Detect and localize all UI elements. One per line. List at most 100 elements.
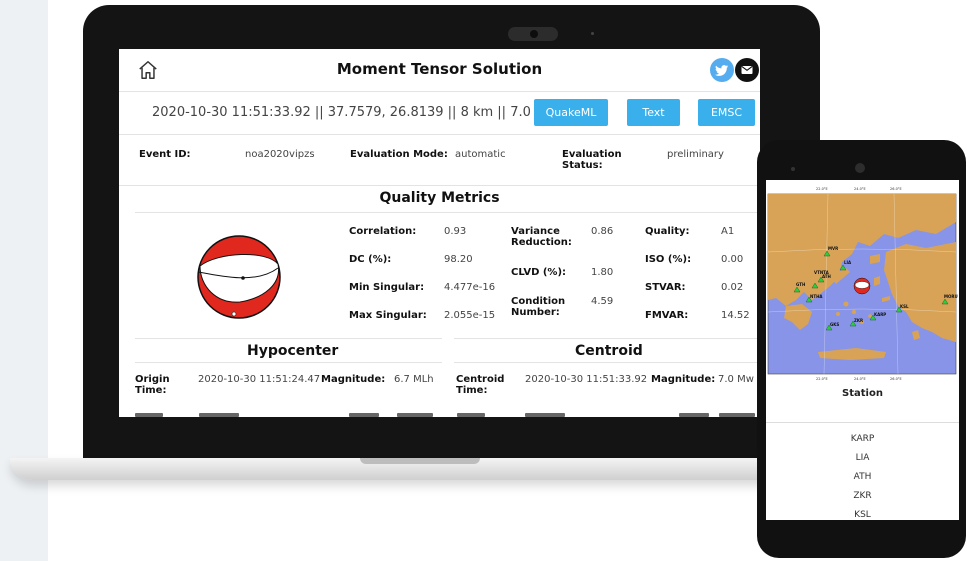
dc-value: 98.20 — [444, 254, 473, 265]
centroid-time-label: Centroid Time: — [456, 374, 504, 396]
station-column-header: Station — [842, 388, 883, 399]
svg-text:MVR: MVR — [828, 246, 838, 251]
clipped-text — [679, 413, 709, 417]
svg-text:22.0°E: 22.0°E — [816, 187, 828, 191]
laptop-sensor — [591, 32, 594, 35]
divider — [454, 338, 760, 339]
stvar-label: STVAR: — [645, 282, 686, 293]
variance-reduction-label: Variance Reduction: — [511, 226, 572, 248]
variance-reduction-label-line1: Variance — [511, 226, 560, 237]
phone-frame: 22.0°E 24.0°E 26.0°E 22.0°E 24.0°E 26.0°… — [757, 140, 966, 558]
page-header: Moment Tensor Solution — [119, 49, 760, 92]
evaluation-status-value: preliminary — [667, 149, 724, 160]
evaluation-status-label-line1: Evaluation — [562, 149, 622, 160]
clipped-row — [119, 413, 760, 417]
max-singular-value: 2.055e-15 — [444, 310, 496, 321]
max-singular-label: Max Singular: — [349, 310, 427, 321]
dc-label: DC (%): — [349, 254, 392, 265]
centroid-time-label-line2: Time: — [456, 385, 488, 396]
svg-text:LIA: LIA — [844, 260, 852, 265]
svg-text:24.0°E: 24.0°E — [854, 377, 866, 381]
clvd-label: CLVD (%): — [511, 267, 567, 278]
svg-text:VTNTA: VTNTA — [814, 270, 830, 275]
iso-value: 0.00 — [721, 254, 744, 265]
laptop-notch — [360, 458, 480, 464]
divider — [135, 212, 760, 213]
station-list-item[interactable]: KARP — [766, 434, 959, 444]
phone-camera — [855, 163, 865, 173]
correlation-label: Correlation: — [349, 226, 417, 237]
centroid-time-value: 2020-10-30 11:51:33.92 — [525, 374, 648, 385]
condition-number-value: 4.59 — [591, 296, 614, 307]
clipped-text — [457, 413, 485, 417]
svg-text:KSL: KSL — [900, 304, 909, 309]
station-list-item[interactable]: KSL — [766, 510, 959, 520]
condition-number-label-line2: Number: — [511, 307, 560, 318]
clipped-text — [199, 413, 239, 417]
centroid-magnitude-label: Magnitude: — [651, 374, 716, 385]
divider — [766, 422, 959, 423]
station-list-item[interactable]: ATH — [766, 472, 959, 482]
station-map[interactable]: 22.0°E 24.0°E 26.0°E 22.0°E 24.0°E 26.0°… — [766, 182, 959, 382]
centroid-time-label-line1: Centroid — [456, 374, 505, 385]
evaluation-status-label: Evaluation Status: — [562, 149, 622, 171]
station-list-item[interactable]: LIA — [766, 453, 959, 463]
phone-screen: 22.0°E 24.0°E 26.0°E 22.0°E 24.0°E 26.0°… — [766, 180, 959, 520]
hypocenter-magnitude-value: 6.7 MLh — [394, 374, 434, 385]
min-singular-label: Min Singular: — [349, 282, 425, 293]
variance-reduction-value: 0.86 — [591, 226, 614, 237]
event-summary-text: 2020-10-30 11:51:33.92 || 37.7579, 26.81… — [152, 105, 557, 120]
laptop-camera — [508, 27, 558, 41]
page-title: Moment Tensor Solution — [336, 60, 543, 78]
twitter-icon[interactable] — [710, 58, 734, 82]
svg-text:MORU: MORU — [944, 294, 958, 299]
svg-text:NTHA: NTHA — [810, 294, 823, 299]
stvar-value: 0.02 — [721, 282, 744, 293]
clipped-text — [135, 413, 163, 417]
origin-time-label: Origin Time: — [135, 374, 170, 396]
fmvar-value: 14.52 — [721, 310, 750, 321]
clvd-value: 1.80 — [591, 267, 614, 278]
quality-label: Quality: — [645, 226, 690, 237]
svg-text:GKS: GKS — [830, 322, 839, 327]
condition-number-label-line1: Condition — [511, 296, 566, 307]
svg-text:26.0°E: 26.0°E — [890, 187, 902, 191]
centroid-magnitude-value: 7.0 Mw — [718, 374, 754, 385]
evaluation-mode-value: automatic — [455, 149, 506, 160]
svg-text:22.0°E: 22.0°E — [816, 377, 828, 381]
variance-reduction-label-line2: Reduction: — [511, 237, 572, 248]
phone-sensor — [791, 167, 795, 171]
text-button[interactable]: Text — [627, 99, 680, 126]
svg-text:26.0°E: 26.0°E — [890, 377, 902, 381]
correlation-value: 0.93 — [444, 226, 467, 237]
emsc-button[interactable]: EMSC — [698, 99, 755, 126]
iso-label: ISO (%): — [645, 254, 692, 265]
evaluation-status-label-line2: Status: — [562, 160, 603, 171]
clipped-text — [525, 413, 565, 417]
divider — [454, 362, 760, 363]
hypocenter-title: Hypocenter — [247, 343, 339, 359]
station-list-item[interactable]: ZKR — [766, 491, 959, 501]
mail-icon[interactable] — [735, 58, 759, 82]
quality-value: A1 — [721, 226, 735, 237]
event-id-value: noa2020vipzs — [245, 149, 315, 160]
svg-text:ZKR: ZKR — [854, 318, 863, 323]
divider — [135, 362, 442, 363]
evaluation-mode-label: Evaluation Mode: — [350, 149, 448, 160]
condition-number-label: Condition Number: — [511, 296, 565, 318]
beachball-diagram — [197, 235, 281, 319]
clipped-text — [349, 413, 379, 417]
event-id-label: Event ID: — [139, 149, 191, 160]
origin-time-label-line1: Origin — [135, 374, 170, 385]
laptop-screen: Moment Tensor Solution 2020-10-30 11:51:… — [119, 49, 760, 417]
quakeml-button[interactable]: QuakeML — [534, 99, 608, 126]
origin-time-label-line2: Time: — [135, 385, 167, 396]
clipped-text — [719, 413, 755, 417]
min-singular-value: 4.477e-16 — [444, 282, 496, 293]
svg-text:KARP: KARP — [874, 312, 886, 317]
svg-text:GTH: GTH — [796, 282, 805, 287]
fmvar-label: FMVAR: — [645, 310, 689, 321]
origin-time-value: 2020-10-30 11:51:24.47 — [198, 374, 321, 385]
svg-text:24.0°E: 24.0°E — [854, 187, 866, 191]
hypocenter-magnitude-label: Magnitude: — [321, 374, 386, 385]
